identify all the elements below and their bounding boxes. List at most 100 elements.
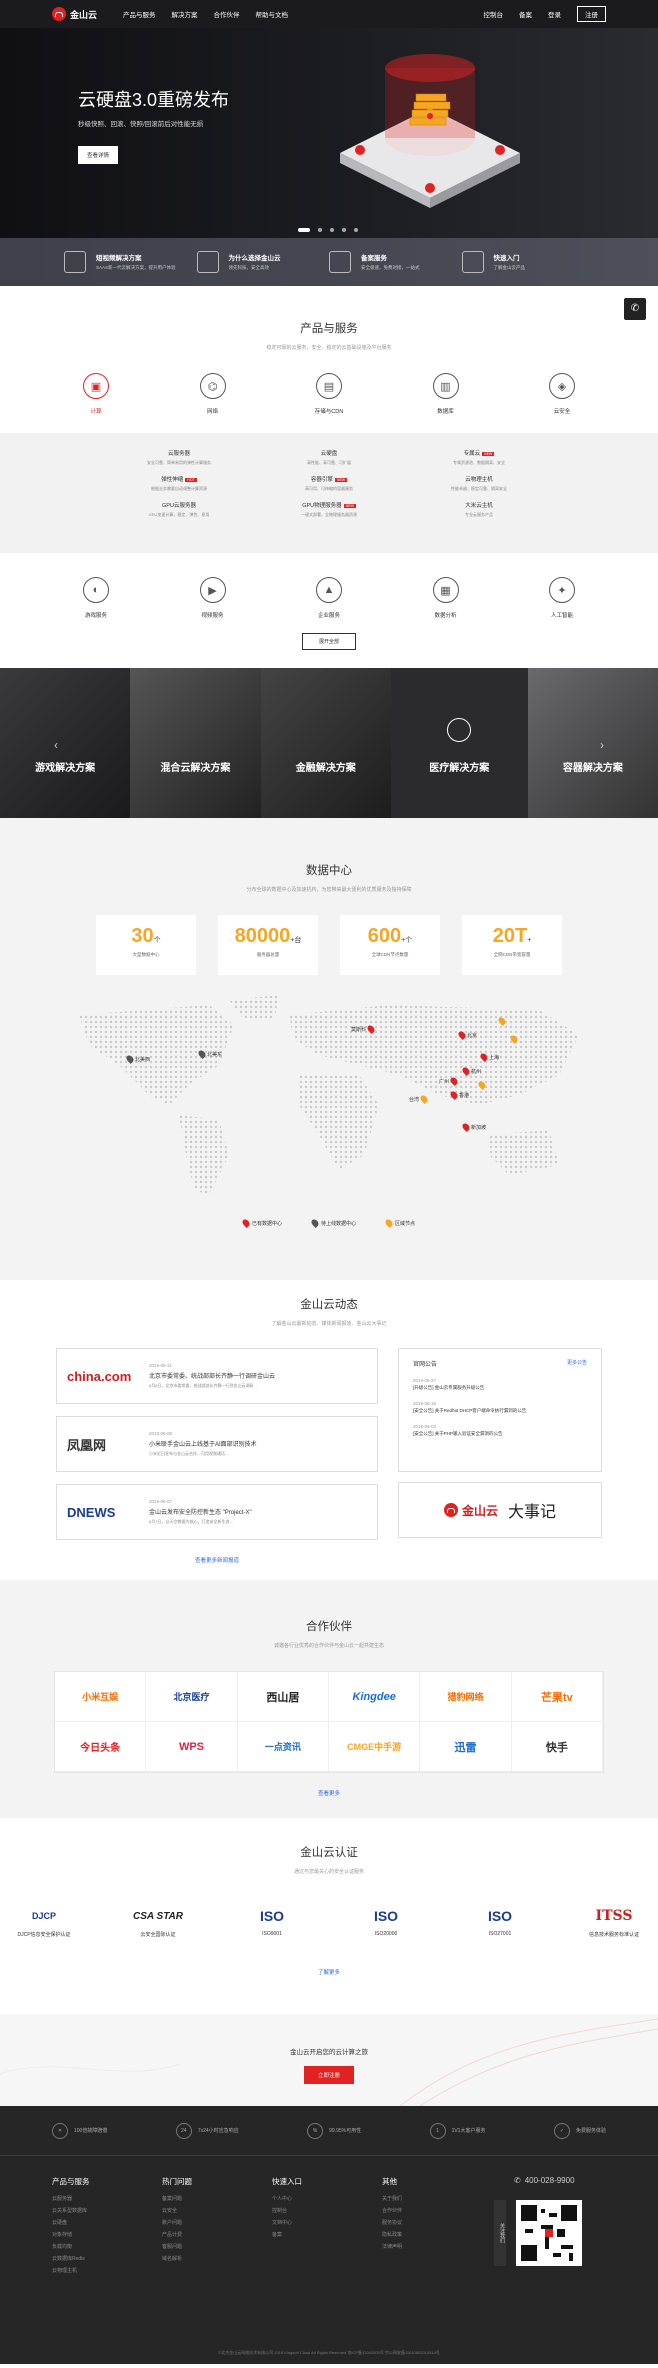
nav-partners[interactable]: 合作伙伴 — [214, 9, 240, 19]
notice-item[interactable]: 2018-06-04 [安全公告] 关于PHP输入验证安全漏洞的公告 — [413, 1424, 587, 1437]
pin-shanghai[interactable]: 上海 — [479, 1052, 499, 1062]
notice-item[interactable]: 2018-06-27 [升级公告] 金山云专属服务升级公告 — [413, 1378, 587, 1391]
pin-us-west[interactable]: 北美西 — [125, 1054, 150, 1064]
product-link[interactable]: 大米云主机 专业云服务产品 — [404, 501, 554, 527]
category-network[interactable]: ⌬ 网络 — [186, 373, 240, 415]
more-notices-link[interactable]: 更多公告 — [567, 1359, 587, 1366]
footer-link[interactable]: 隐私政策 — [382, 2231, 402, 2238]
solution-finance[interactable]: 金融解决方案 — [260, 668, 391, 818]
news-item[interactable]: china.com 2018-06-11 北京市委常委、统战部部长齐静一行调研金山… — [56, 1348, 378, 1404]
solution-hybrid[interactable]: 混合云解决方案 — [130, 668, 261, 818]
pin-hongkong[interactable]: 香港 — [449, 1090, 469, 1100]
pin-beijing[interactable]: 北京 — [457, 1030, 477, 1040]
prev-arrow-icon[interactable]: ‹ — [54, 738, 58, 752]
product-link[interactable]: 云硬盘 高性能、高可靠、可扩展 — [254, 449, 404, 475]
product-link[interactable]: GPU云服务器 GPU加速计算，稳定、弹性、易用 — [104, 501, 254, 527]
expand-all-button[interactable]: 展开全部 — [302, 633, 356, 650]
more-partners-link[interactable]: 查看更多 — [0, 1789, 658, 1797]
category-game[interactable]: ◐ 游戏服务 — [69, 577, 123, 619]
category-video[interactable]: ▶ 视频服务 — [186, 577, 240, 619]
footer-link[interactable]: 控制台 — [272, 2207, 302, 2214]
news-item[interactable]: DNEWS 2018-06-07 金山云发布安全防控新生态 "Project-X"… — [56, 1484, 378, 1540]
icp-link[interactable]: 备案 — [519, 9, 532, 19]
news-item[interactable]: 凤凰网 2018-06-08 小米联手金山云上线基于AI面部识别技术 小米近日宣布与… — [56, 1416, 378, 1472]
partner-logo[interactable]: 小米互娱 — [55, 1672, 147, 1722]
cert-iso27001[interactable]: ISO ISO27001 — [465, 1901, 535, 1938]
cert-iso20000[interactable]: ISO ISO20000 — [351, 1901, 421, 1938]
carousel-dot-1[interactable] — [298, 228, 310, 232]
footer-link[interactable]: 合作伙伴 — [382, 2207, 402, 2214]
floating-contact-icon[interactable]: ✆ — [624, 298, 646, 320]
nav-solutions[interactable]: 解决方案 — [172, 9, 198, 19]
footer-link[interactable]: 关于我们 — [382, 2195, 402, 2202]
product-link[interactable]: 云物理主机 性能卓越、稳定可靠、隔离安全 — [404, 475, 554, 501]
milestones-banner[interactable]: 金山云 大事记 — [398, 1482, 602, 1538]
partner-logo[interactable]: CMGE中手游 — [329, 1722, 421, 1772]
category-compute[interactable]: ▣ 计算 — [69, 373, 123, 415]
partner-logo[interactable]: 北京医疗 — [146, 1672, 238, 1722]
solution-container[interactable]: 容器解决方案 — [527, 668, 658, 818]
more-news-link[interactable]: 查看更多新闻报道 — [56, 1556, 378, 1564]
pin-moscow[interactable]: 莫斯科 — [351, 1024, 376, 1034]
category-storage-cdn[interactable]: ▤ 存储与CDN — [302, 373, 356, 415]
footer-link[interactable]: 云关系型数据库 — [52, 2207, 90, 2214]
feature-video-solution[interactable]: 短视频解决方案 SAAS新一代云解决方案，提升用户体验 — [64, 238, 197, 286]
partner-logo[interactable]: 猎豹网络 — [420, 1672, 512, 1722]
carousel-dot-5[interactable] — [354, 228, 358, 232]
cert-csa-star[interactable]: CSA STAR 云安全国际认证 — [123, 1901, 193, 1939]
footer-link[interactable]: 云服务器 — [52, 2195, 90, 2202]
partner-logo[interactable]: 西山居 — [237, 1672, 329, 1722]
hero-details-button[interactable]: 查看详情 — [78, 146, 119, 164]
footer-link[interactable]: 服务协议 — [382, 2219, 402, 2226]
register-now-button[interactable]: 立即注册 — [303, 2066, 354, 2084]
solution-medical[interactable]: 医疗解决方案 — [390, 668, 528, 818]
product-link[interactable]: 弹性伸缩 HOT 根据业务需要自动调整计算资源 — [104, 475, 254, 501]
category-data[interactable]: ▦ 数据分析 — [419, 577, 473, 619]
category-ai[interactable]: ✦ 人工智能 — [535, 577, 589, 619]
footer-link[interactable]: 文档中心 — [272, 2219, 302, 2226]
feature-why-us[interactable]: 为什么选择金山云 领先科技，安全高效 — [196, 238, 330, 286]
footer-link[interactable]: 云物理主机 — [52, 2267, 90, 2274]
partner-logo[interactable]: Kingdee — [329, 1672, 421, 1722]
pin-guangzhou[interactable]: 广州 — [439, 1076, 459, 1086]
footer-link[interactable]: 云安全 — [162, 2207, 192, 2214]
product-link[interactable]: 容器引擎 NEW 高可用、可伸缩的容器服务 — [254, 475, 404, 501]
footer-link[interactable]: 产品计费 — [162, 2231, 192, 2238]
solution-game[interactable]: 游戏解决方案 — [0, 668, 131, 818]
cert-djcp[interactable]: DJCP DJCP信息安全保护认证 — [9, 1901, 79, 1938]
footer-link[interactable]: 云数据库Redis — [52, 2255, 90, 2262]
partner-logo[interactable]: 芒果tv — [511, 1672, 603, 1722]
pin-hangzhou[interactable]: 杭州 — [461, 1066, 481, 1076]
footer-link[interactable]: 负载均衡 — [52, 2243, 90, 2250]
feature-icp[interactable]: 备案服务 安全极速，免费对接，一站式 — [329, 238, 462, 286]
footer-link[interactable]: 个人中心 — [272, 2195, 302, 2202]
console-link[interactable]: 控制台 — [484, 9, 504, 19]
footer-link[interactable]: 客服问题 — [162, 2243, 192, 2250]
cert-iso9001[interactable]: ISO ISO9001 — [237, 1901, 307, 1938]
partner-logo[interactable]: 一点资讯 — [237, 1722, 329, 1772]
next-arrow-icon[interactable]: › — [600, 738, 604, 752]
carousel-dot-2[interactable] — [318, 228, 322, 232]
pin-taiwan[interactable]: 台湾 — [409, 1094, 429, 1104]
category-enterprise[interactable]: ▲ 企业服务 — [302, 577, 356, 619]
partner-logo[interactable]: 迅雷 — [420, 1722, 512, 1772]
pin-us-east[interactable]: 北美东 — [197, 1049, 222, 1059]
category-database[interactable]: ▥ 数据库 — [419, 373, 473, 415]
partner-logo[interactable]: 今日头条 — [55, 1722, 147, 1772]
footer-link[interactable]: 云硬盘 — [52, 2219, 90, 2226]
cert-itss[interactable]: ITSS 信息技术服务标准认证 — [579, 1901, 649, 1938]
footer-link[interactable]: 对象存储 — [52, 2231, 90, 2238]
register-button[interactable]: 注册 — [577, 6, 606, 22]
partner-logo[interactable]: WPS — [146, 1722, 238, 1772]
product-link[interactable]: 云服务器 安全可靠、简单易用的弹性计算服务 — [104, 449, 254, 475]
product-link[interactable]: 专属云 NEW 专属资源池、数据隔离、安全 — [404, 449, 554, 475]
pin-singapore[interactable]: 新加坡 — [461, 1122, 486, 1132]
nav-products[interactable]: 产品与服务 — [123, 9, 156, 19]
feature-quickstart[interactable]: 快速入门 了解金山云产品 — [461, 238, 595, 286]
carousel-dot-4[interactable] — [342, 228, 346, 232]
carousel-dot-3[interactable] — [330, 228, 334, 232]
product-link[interactable]: GPU物理服务器 NEW 一键式部署，全物理服务器资源 — [254, 501, 404, 527]
notice-item[interactable]: 2018-06-19 [安全公告] 关于Redhat DHCP客户端命令执行漏洞的… — [413, 1401, 587, 1414]
footer-link[interactable]: 备案问题 — [162, 2195, 192, 2202]
category-security[interactable]: ◈ 云安全 — [535, 373, 589, 415]
